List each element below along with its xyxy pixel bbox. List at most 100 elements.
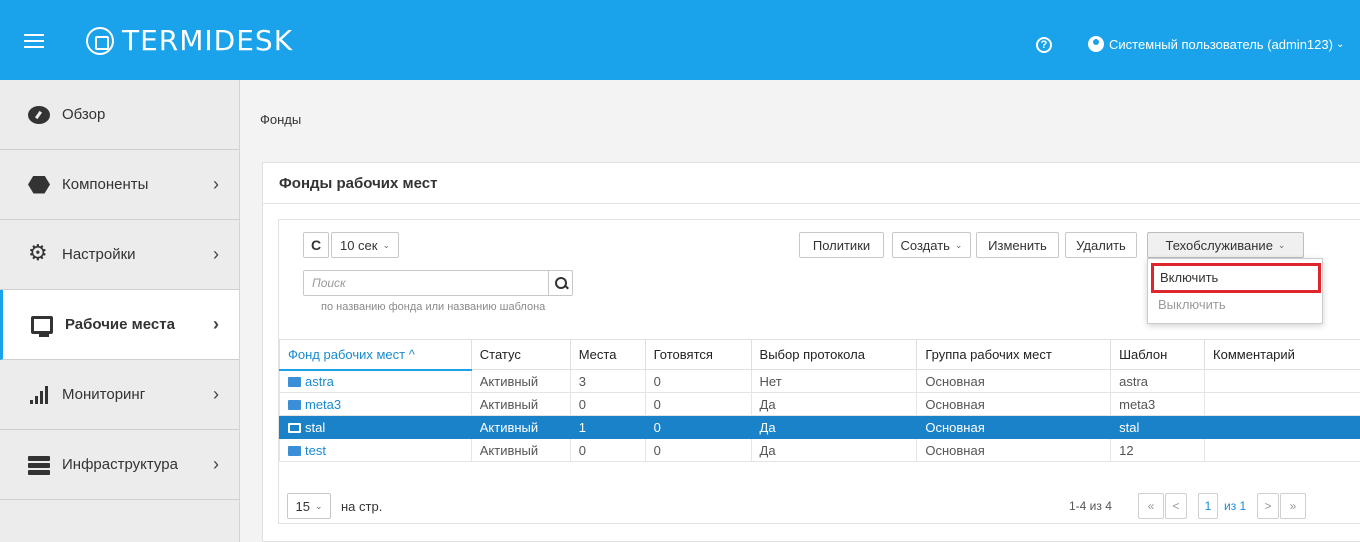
cell-protocol: Да	[750, 438, 918, 462]
search-icon[interactable]	[548, 271, 572, 295]
range-label: 1-4 из 4	[1069, 499, 1112, 513]
cell-template: 12	[1110, 438, 1206, 462]
sidebar-item-infrastructure[interactable]: Инфраструктура ›	[0, 430, 239, 500]
column-header-preparing[interactable]: Готовятся	[644, 339, 752, 370]
maintenance-label: Техобслуживание	[1165, 237, 1273, 253]
cell-status: Активный	[470, 369, 571, 393]
create-button[interactable]: Создать ⌄	[892, 232, 971, 258]
sidebar-item-label: Настройки	[62, 246, 136, 263]
column-header-comment[interactable]: Комментарий	[1204, 339, 1360, 370]
column-header-group[interactable]: Группа рабочих мест	[916, 339, 1112, 370]
desktop-icon	[288, 445, 301, 456]
chevron-right-icon: ›	[213, 454, 219, 474]
menu-item-enable[interactable]: Включить	[1151, 263, 1321, 293]
column-header-protocol[interactable]: Выбор протокола	[750, 339, 918, 370]
pool-name: stal	[305, 419, 326, 435]
cell-protocol: Нет	[750, 369, 918, 393]
cell-places: 0	[569, 392, 646, 416]
cell-protocol: Да	[750, 415, 918, 439]
page-number-input[interactable]: 1	[1198, 493, 1218, 519]
pools-table: Фонд рабочих мест ^ Статус Места Готовят…	[279, 339, 1360, 462]
sidebar-item-monitoring[interactable]: Мониторинг ›	[0, 360, 239, 430]
panel-title: Фонды рабочих мест	[279, 175, 438, 192]
next-page-button[interactable]: >	[1257, 493, 1279, 519]
search-hint: по названию фонда или названию шаблона	[321, 301, 546, 313]
per-page-label: на стр.	[341, 499, 383, 514]
logo-icon	[86, 26, 114, 55]
cell-template: meta3	[1110, 392, 1206, 416]
cell-protocol: Да	[750, 392, 918, 416]
chevron-right-icon: ›	[213, 314, 219, 334]
refresh-interval-value: 10 сек	[339, 237, 378, 253]
delete-button[interactable]: Удалить	[1065, 232, 1137, 258]
sidebar-item-overview[interactable]: Обзор	[0, 80, 239, 150]
cell-group: Основная	[916, 438, 1112, 462]
divider	[263, 203, 1360, 204]
first-page-button[interactable]: «	[1138, 493, 1164, 519]
sidebar: Обзор Компоненты › Настройки › Рабочие м…	[0, 80, 240, 542]
desktop-icon	[31, 315, 53, 337]
column-header-status[interactable]: Статус	[470, 339, 571, 370]
table-row[interactable]: test Активный 0 0 Да Основная 12	[279, 438, 1360, 462]
maintenance-button[interactable]: Техобслуживание ⌄	[1147, 232, 1304, 258]
cell-pool-name[interactable]: meta3	[279, 392, 472, 416]
cell-group: Основная	[916, 369, 1112, 393]
chevron-down-icon: ⌄	[314, 500, 323, 511]
chevron-down-icon: ⌄	[1335, 38, 1345, 50]
chevron-right-icon: ›	[213, 384, 219, 404]
cell-comment	[1204, 392, 1360, 416]
cell-pool-name[interactable]: test	[279, 438, 472, 462]
brand[interactable]: TERMIDESK	[86, 24, 293, 57]
prev-page-button[interactable]: <	[1165, 493, 1187, 519]
table-row[interactable]: astra Активный 3 0 Нет Основная astra	[279, 369, 1360, 393]
pools-panel: Фонды рабочих мест C 10 сек ⌄ Политики Со…	[262, 162, 1360, 542]
cell-comment	[1204, 369, 1360, 393]
cell-preparing: 0	[644, 369, 752, 393]
table-header-row: Фонд рабочих мест ^ Статус Места Готовят…	[279, 339, 1360, 371]
cell-comment	[1204, 438, 1360, 462]
column-header-template[interactable]: Шаблон	[1110, 339, 1206, 370]
edit-button[interactable]: Изменить	[976, 232, 1059, 258]
refresh-button[interactable]: C	[303, 232, 329, 258]
help-icon[interactable]: ?	[1036, 37, 1052, 53]
pool-name: test	[305, 442, 326, 458]
search-input[interactable]	[304, 271, 548, 295]
desktop-icon	[288, 399, 301, 410]
sidebar-item-label: Обзор	[62, 106, 106, 123]
sidebar-item-settings[interactable]: Настройки ›	[0, 220, 239, 290]
user-name: Системный пользователь (admin123)	[1109, 36, 1333, 52]
user-icon	[1088, 36, 1104, 52]
last-page-button[interactable]: »	[1280, 493, 1306, 519]
pool-name: meta3	[305, 396, 342, 412]
cell-pool-name[interactable]: astra	[279, 369, 472, 393]
chevron-right-icon: ›	[213, 174, 219, 194]
sidebar-item-components[interactable]: Компоненты ›	[0, 150, 239, 220]
sidebar-item-label: Инфраструктура	[62, 456, 178, 473]
create-label: Создать	[900, 237, 950, 253]
sidebar-item-workplaces[interactable]: Рабочие места ›	[0, 290, 239, 360]
refresh-interval-select[interactable]: 10 сек ⌄	[331, 232, 399, 258]
menu-item-disable[interactable]: Выключить	[1156, 295, 1226, 317]
cell-status: Активный	[470, 415, 571, 439]
breadcrumb: Фонды	[260, 112, 302, 127]
per-page-select[interactable]: 15 ⌄	[287, 493, 331, 519]
signal-icon	[28, 385, 50, 404]
policies-button[interactable]: Политики	[799, 232, 884, 258]
cell-template: stal	[1110, 415, 1206, 439]
cell-places: 0	[569, 438, 646, 462]
menu-icon[interactable]	[24, 34, 44, 48]
brand-name: TERMIDESK	[122, 24, 294, 57]
cell-pool-name[interactable]: stal	[279, 415, 472, 439]
table-row-selected[interactable]: stal Активный 1 0 Да Основная stal	[279, 415, 1360, 439]
sidebar-item-label: Компоненты	[62, 176, 149, 193]
column-header-pool[interactable]: Фонд рабочих мест ^	[279, 339, 472, 371]
search-box	[303, 270, 573, 296]
maintenance-dropdown: Включить Выключить	[1147, 258, 1323, 324]
desktop-icon	[288, 376, 301, 387]
table-row[interactable]: meta3 Активный 0 0 Да Основная meta3	[279, 392, 1360, 416]
desktop-icon	[288, 422, 301, 433]
column-header-places[interactable]: Места	[569, 339, 646, 370]
cell-places: 1	[569, 415, 646, 439]
user-menu[interactable]: Системный пользователь (admin123) ⌄	[1088, 36, 1344, 52]
sidebar-item-label: Рабочие места	[65, 316, 175, 333]
